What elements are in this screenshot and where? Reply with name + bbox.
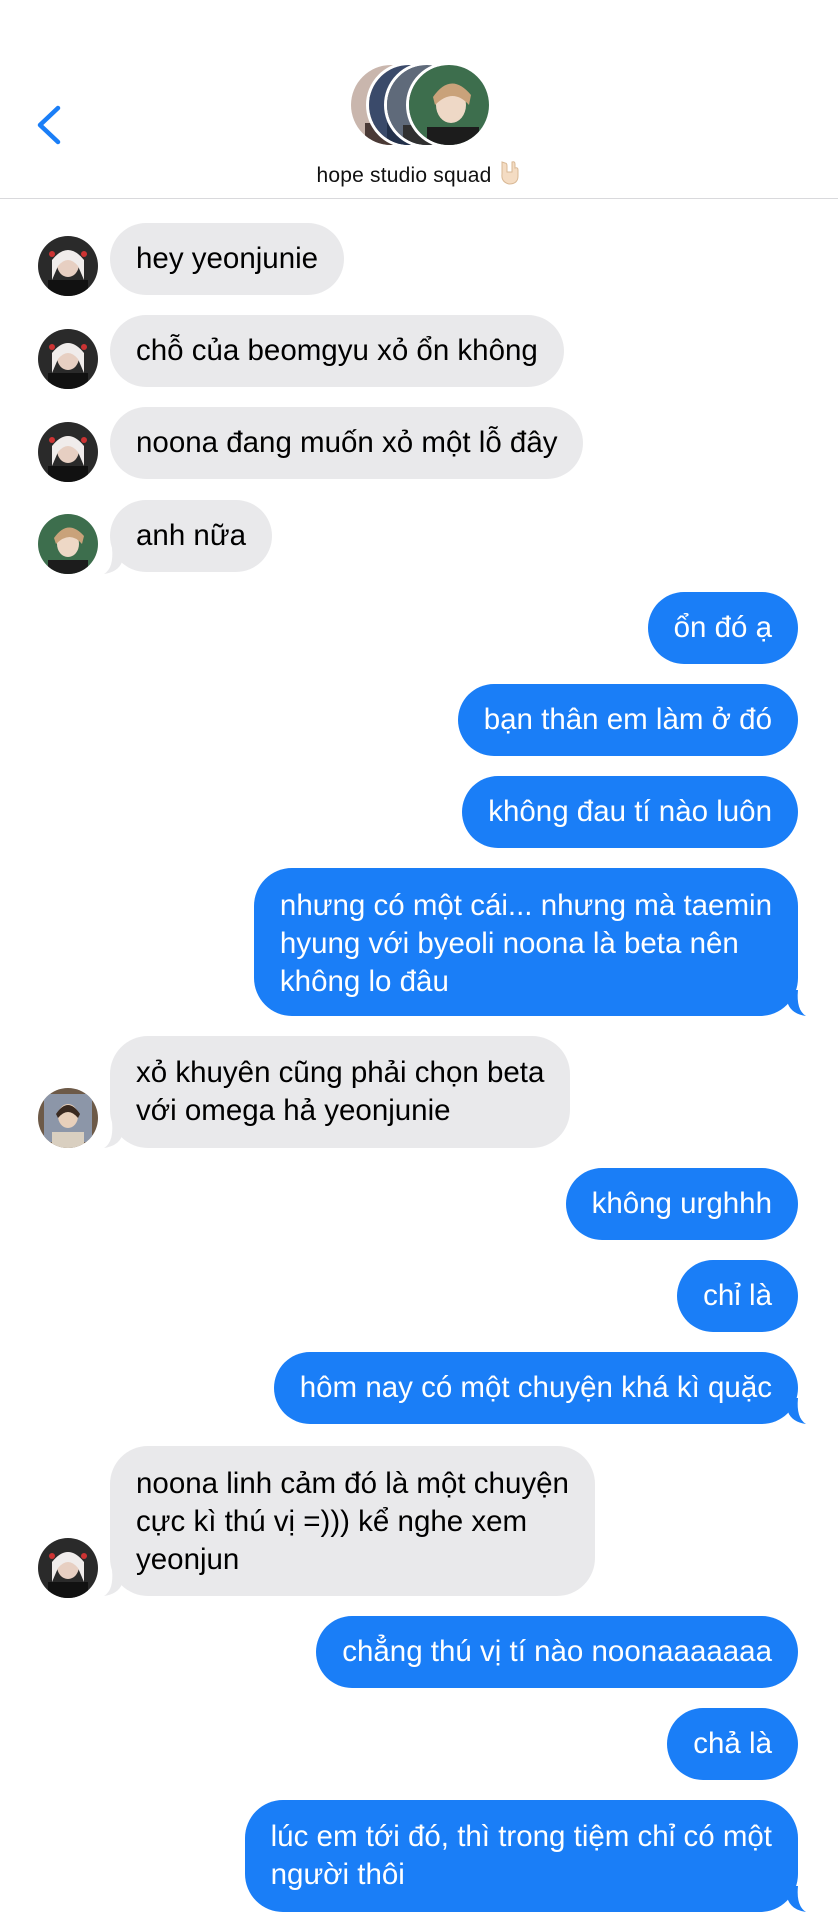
back-button[interactable] — [30, 100, 70, 150]
message-bubble-outgoing[interactable]: bạn thân em làm ở đó — [457, 684, 798, 756]
message-bubble-incoming[interactable]: anh nữa — [110, 500, 272, 572]
message-bubble-outgoing[interactable]: ổn đó ạ — [647, 592, 798, 664]
bubble-tail — [788, 990, 806, 1016]
message-bubble-outgoing[interactable]: không đau tí nào luôn — [462, 776, 798, 848]
group-name-text: hope studio squad — [316, 164, 492, 187]
bubble-tail — [788, 1398, 806, 1424]
avatar-taemin[interactable] — [38, 514, 98, 574]
message-text-line: hyung với byeoli noona là beta nên — [279, 927, 739, 960]
group-avatar-stack[interactable] — [348, 62, 498, 148]
message-text-line: người thôi — [270, 1858, 405, 1891]
conversation-header: hope studio squad — [0, 0, 838, 199]
avatar-girl[interactable] — [38, 422, 98, 482]
message-text: bạn thân em làm ở đó — [483, 703, 772, 736]
rock-hand-icon — [496, 158, 522, 192]
message-text-line: yeonjun — [136, 1543, 240, 1576]
message-bubble-outgoing[interactable]: hôm nay có một chuyện khá kì quặc — [273, 1352, 798, 1424]
message-text-line: không lo đâu — [279, 965, 449, 998]
group-name[interactable]: hope studio squad — [0, 158, 838, 192]
bubble-tail — [104, 1122, 122, 1148]
avatar-girl[interactable] — [38, 329, 98, 389]
message-bubble-outgoing[interactable]: nhưng có một cái... nhưng mà taemin hyun… — [253, 868, 798, 1016]
message-text-line: xỏ khuyên cũng phải chọn beta — [136, 1056, 545, 1089]
message-bubble-incoming[interactable]: noona đang muốn xỏ một lỗ đây — [110, 407, 584, 479]
message-bubble-outgoing[interactable]: chỉ là — [677, 1260, 798, 1332]
message-text-line: nhưng có một cái... nhưng mà taemin — [279, 889, 772, 922]
message-text: chỉ là — [703, 1279, 772, 1312]
message-text: anh nữa — [136, 519, 246, 552]
message-text-line: lúc em tới đó, thì trong tiệm chỉ có một — [270, 1820, 772, 1853]
message-text: chả là — [693, 1727, 772, 1760]
message-text: noona đang muốn xỏ một lỗ đây — [136, 426, 558, 459]
message-text: chẳng thú vị tí nào noonaaaaaaa — [342, 1635, 772, 1668]
avatar-third[interactable] — [38, 1088, 98, 1148]
group-member-avatar — [406, 62, 492, 148]
message-bubble-outgoing[interactable]: không urghhh — [565, 1168, 798, 1240]
message-bubble-incoming[interactable]: hey yeonjunie — [110, 223, 345, 295]
message-text: không đau tí nào luôn — [488, 795, 772, 828]
message-text: ổn đó ạ — [673, 611, 772, 644]
message-text-line: cực kì thú vị =))) kể nghe xem — [136, 1505, 528, 1538]
message-text: hey yeonjunie — [136, 242, 319, 275]
message-text-line: noona linh cảm đó là một chuyện — [136, 1467, 569, 1500]
message-bubble-outgoing[interactable]: chẳng thú vị tí nào noonaaaaaaa — [316, 1616, 798, 1688]
bubble-tail — [104, 1570, 122, 1596]
bubble-tail — [104, 548, 122, 574]
message-text-line: với omega hả yeonjunie — [136, 1094, 451, 1127]
message-text: chỗ của beomgyu xỏ ổn không — [136, 334, 538, 367]
message-bubble-incoming[interactable]: chỗ của beomgyu xỏ ổn không — [110, 315, 564, 387]
bubble-tail — [788, 1886, 806, 1912]
message-text: không urghhh — [591, 1187, 772, 1220]
message-bubble-outgoing[interactable]: chả là — [667, 1708, 798, 1780]
message-text: hôm nay có một chuyện khá kì quặc — [299, 1371, 772, 1404]
message-bubble-incoming[interactable]: xỏ khuyên cũng phải chọn beta với omega … — [110, 1036, 571, 1148]
message-bubble-outgoing[interactable]: lúc em tới đó, thì trong tiệm chỉ có một… — [244, 1800, 798, 1912]
avatar-girl[interactable] — [38, 236, 98, 296]
message-bubble-incoming[interactable]: noona linh cảm đó là một chuyện cực kì t… — [110, 1446, 595, 1596]
avatar-girl[interactable] — [38, 1538, 98, 1598]
chevron-left-icon — [37, 105, 61, 145]
